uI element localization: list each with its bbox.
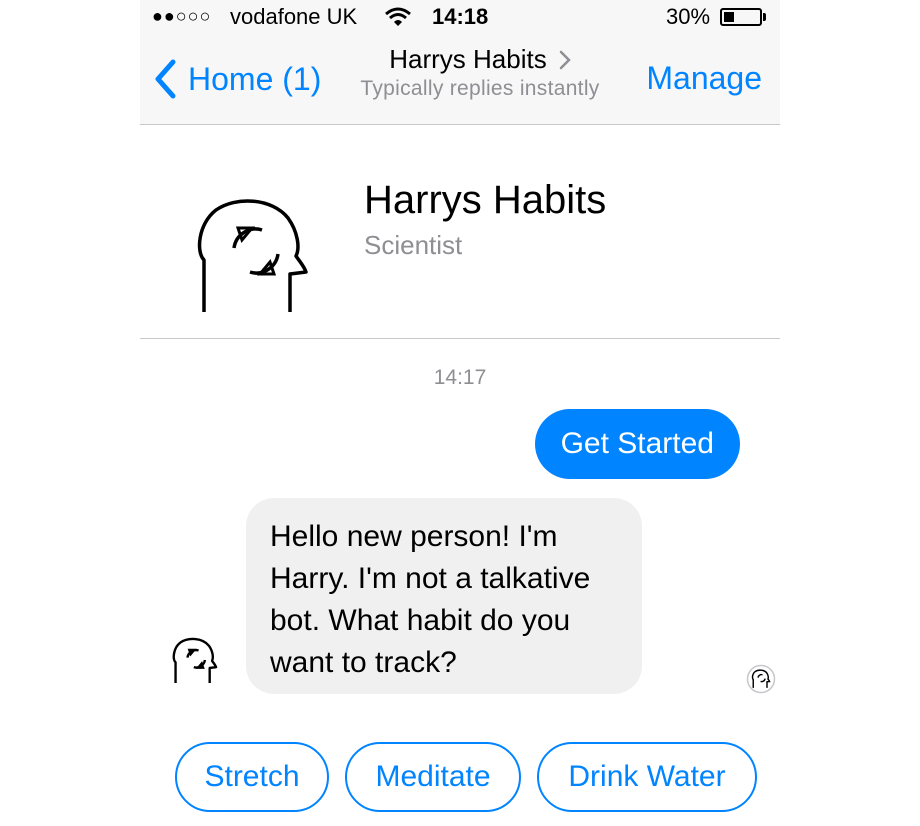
seen-indicator-icon bbox=[746, 664, 776, 699]
battery-level bbox=[724, 12, 734, 22]
incoming-message-text: Hello new person! I'm Harry. I'm not a t… bbox=[270, 520, 591, 679]
top-bar: ●●○○○ vodafone UK 14:18 30% Home (1) Har… bbox=[140, 0, 780, 125]
signal-strength: ●●○○○ bbox=[152, 6, 212, 26]
back-button[interactable]: Home (1) bbox=[154, 56, 321, 102]
conversation-title: Harrys Habits bbox=[389, 44, 547, 74]
message-timestamp: 14:17 bbox=[433, 366, 487, 389]
outgoing-message-text: Get Started bbox=[560, 427, 714, 460]
quick-reply-label: Meditate bbox=[375, 760, 491, 793]
quick-reply-meditate[interactable]: Meditate bbox=[345, 742, 521, 812]
chevron-right-icon bbox=[559, 50, 571, 69]
status-bar: ●●○○○ vodafone UK 14:18 30% bbox=[140, 0, 780, 34]
head-cycle-icon bbox=[190, 194, 316, 319]
outgoing-message: Get Started bbox=[534, 409, 740, 479]
clock: 14:18 bbox=[432, 4, 489, 29]
bot-profile: Harrys Habits Scientist bbox=[140, 124, 780, 339]
bot-avatar-icon bbox=[170, 634, 220, 691]
battery-percent: 30% bbox=[666, 4, 711, 29]
reply-time-subtitle: Typically replies instantly bbox=[360, 77, 600, 100]
messenger-screen: ●●○○○ vodafone UK 14:18 30% Home (1) Har… bbox=[140, 0, 780, 826]
quick-reply-drink-water[interactable]: Drink Water bbox=[537, 742, 757, 812]
conversation-header[interactable]: Harrys Habits Typically replies instantl… bbox=[340, 44, 620, 101]
chevron-left-icon bbox=[155, 59, 176, 99]
back-label: Home (1) bbox=[188, 60, 322, 97]
wifi-icon bbox=[384, 6, 412, 34]
quick-reply-label: Drink Water bbox=[568, 760, 726, 793]
bot-category: Scientist bbox=[364, 230, 463, 260]
manage-button[interactable]: Manage bbox=[646, 60, 762, 97]
quick-reply-stretch[interactable]: Stretch bbox=[175, 742, 329, 812]
bot-name: Harrys Habits bbox=[364, 178, 607, 222]
battery-icon bbox=[720, 8, 762, 26]
carrier-name: vodafone UK bbox=[230, 4, 358, 29]
battery-tip bbox=[763, 13, 766, 21]
quick-reply-label: Stretch bbox=[204, 760, 300, 793]
incoming-message: Hello new person! I'm Harry. I'm not a t… bbox=[246, 498, 642, 694]
